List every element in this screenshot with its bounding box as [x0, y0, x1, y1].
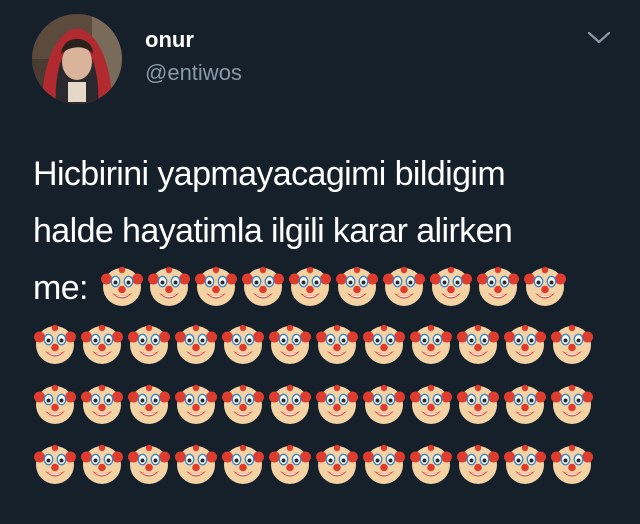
clown-face-emoji [315, 442, 359, 486]
clown-face-emoji [80, 442, 124, 486]
clown-face-emoji [315, 382, 359, 426]
clown-face-emoji [33, 322, 77, 366]
clown-face-emoji [127, 322, 171, 366]
tweet-text-line: halde hayatimla ilgili karar alirken [33, 212, 513, 250]
clown-face-emoji [288, 264, 332, 308]
clown-face-emoji [80, 382, 124, 426]
avatar[interactable] [32, 14, 122, 104]
clown-face-emoji [362, 442, 406, 486]
author-display-name[interactable]: onur [145, 27, 194, 53]
more-options-button[interactable] [584, 26, 614, 48]
clown-face-emoji [147, 264, 191, 308]
clown-face-emoji [503, 442, 547, 486]
clown-face-emoji [456, 322, 500, 366]
clown-face-emoji [268, 382, 312, 426]
clown-face-emoji [127, 442, 171, 486]
clown-face-emoji [503, 322, 547, 366]
clown-face-emoji [456, 442, 500, 486]
clown-face-emoji [362, 322, 406, 366]
clown-face-emoji [174, 442, 218, 486]
clown-face-emoji [523, 264, 567, 308]
clown-face-emoji [315, 322, 359, 366]
clown-face-emoji [456, 382, 500, 426]
emoji-row [33, 322, 594, 366]
tweet-text-line: Hicbirini yapmayacagimi bildigim [33, 155, 506, 193]
clown-face-emoji [550, 442, 594, 486]
clown-face-emoji [409, 382, 453, 426]
clown-face-emoji [221, 322, 265, 366]
clown-face-emoji [241, 264, 285, 308]
clown-face-emoji [194, 264, 238, 308]
clown-face-emoji [33, 382, 77, 426]
clown-face-emoji [33, 442, 77, 486]
clown-face-emoji [268, 442, 312, 486]
chevron-down-icon [587, 31, 611, 44]
emoji-row [33, 442, 594, 486]
clown-face-emoji [268, 322, 312, 366]
emoji-row [33, 382, 594, 426]
clown-face-emoji [174, 382, 218, 426]
tweet-text-line: me: [33, 260, 603, 317]
author-handle[interactable]: @entiwos [145, 60, 242, 86]
clown-face-emoji [409, 442, 453, 486]
tweet-body: Hicbirini yapmayacagimi bildigim halde h… [33, 146, 603, 317]
clown-face-emoji [382, 264, 426, 308]
clown-face-emoji [476, 264, 520, 308]
clown-face-emoji [503, 382, 547, 426]
avatar-photo [32, 14, 122, 104]
clown-face-emoji [127, 382, 171, 426]
clown-face-emoji [221, 382, 265, 426]
clown-face-emoji [429, 264, 473, 308]
clown-face-emoji [550, 382, 594, 426]
clown-face-emoji [174, 322, 218, 366]
clown-face-emoji [80, 322, 124, 366]
clown-face-emoji [550, 322, 594, 366]
tweet-card[interactable]: onur @entiwos Hicbirini yapmayacagimi bi… [0, 0, 640, 524]
tweet-text-prefix: me: [33, 269, 88, 307]
clown-face-emoji [362, 382, 406, 426]
clown-face-emoji [409, 322, 453, 366]
clown-face-emoji [221, 442, 265, 486]
clown-face-emoji [335, 264, 379, 308]
clown-face-emoji [100, 264, 144, 308]
